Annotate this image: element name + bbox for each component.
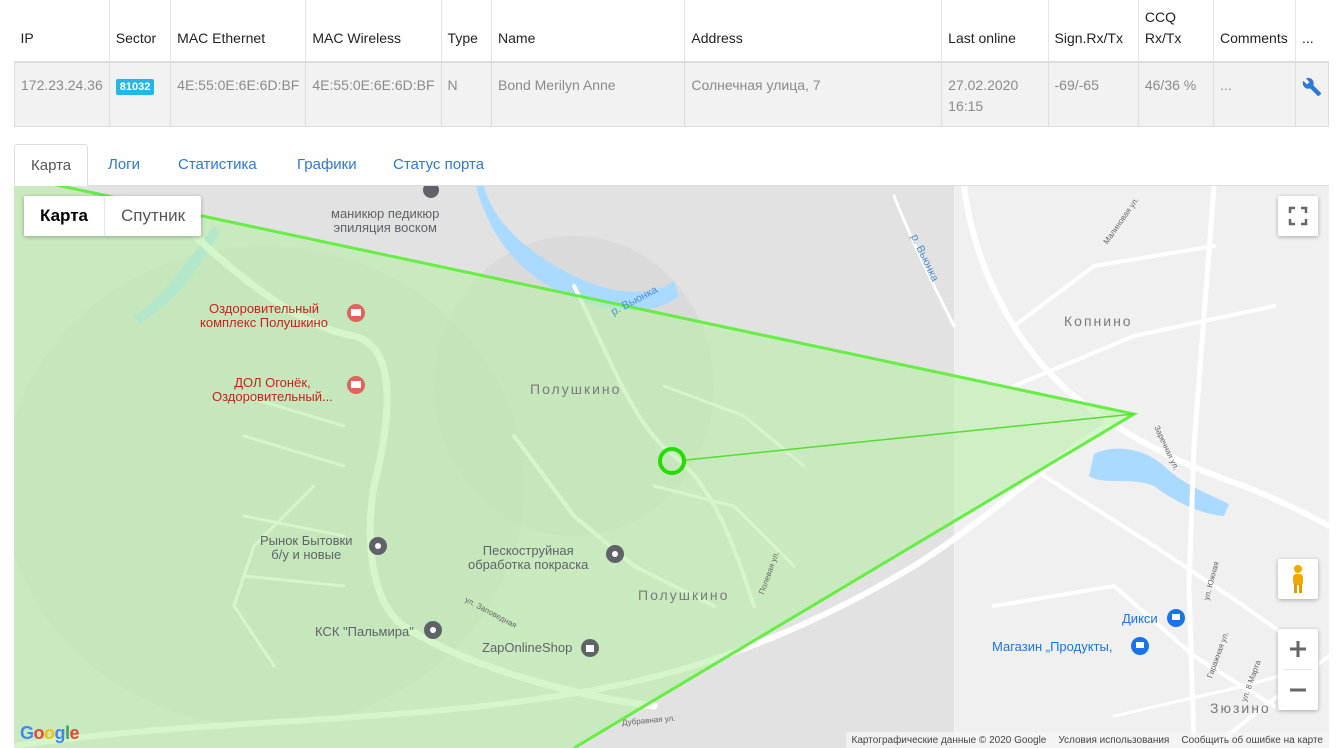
zoom-out-icon bbox=[1290, 688, 1306, 692]
cell-mac-wireless: 4E:55:0E:6E:6D:BF bbox=[305, 62, 442, 127]
hotel-icon bbox=[347, 304, 365, 322]
zoom-in-icon bbox=[1290, 641, 1306, 657]
place-zaponline[interactable]: ZapOnlineShop bbox=[482, 641, 572, 655]
cell-name: Bond Merilyn Anne bbox=[491, 62, 685, 127]
fullscreen-icon bbox=[1288, 206, 1308, 226]
cell-sector: 81032 bbox=[108, 62, 171, 127]
sector-badge[interactable]: 81032 bbox=[115, 79, 155, 95]
place-ksk[interactable]: КСК "Пальмира" bbox=[315, 625, 414, 639]
map-canvas[interactable]: маникюр педикюр эпиляция воском Оздорови… bbox=[14, 186, 1329, 748]
map-attribution: Картографические данные © 2020 Google Ус… bbox=[845, 732, 1329, 748]
tab-graphs[interactable]: Графики bbox=[281, 144, 373, 186]
cell-type: N bbox=[440, 62, 492, 127]
header-ip[interactable]: IP bbox=[14, 0, 110, 63]
map-type-map-button[interactable]: Карта bbox=[24, 196, 105, 236]
town-poluskino-south: Полушкино bbox=[638, 587, 730, 603]
zoom-out-button[interactable] bbox=[1278, 670, 1318, 710]
town-poluskino-north: Полушкино bbox=[530, 381, 622, 397]
client-info-table: IP Sector MAC Ethernet MAC Wireless Type… bbox=[14, 0, 1330, 127]
cell-ccq: 46/36 % bbox=[1137, 62, 1214, 127]
google-logo[interactable]: Google bbox=[20, 723, 80, 744]
cell-mac-ethernet: 4E:55:0E:6E:6D:BF bbox=[170, 62, 306, 127]
place-camp[interactable]: ДОЛ Огонёк, Оздоровительный... bbox=[212, 376, 333, 404]
place-sandblast[interactable]: Пескоструйная обработка покраска bbox=[468, 544, 588, 572]
header-mac-ethernet[interactable]: MAC Ethernet bbox=[170, 0, 306, 63]
tab-bar: Карта Логи Статистика Графики Статус пор… bbox=[14, 144, 1329, 187]
header-comments[interactable]: Comments bbox=[1213, 0, 1296, 63]
zoom-control bbox=[1278, 629, 1318, 710]
cell-signal: -69/-65 bbox=[1047, 62, 1139, 127]
header-mac-wireless[interactable]: MAC Wireless bbox=[305, 0, 442, 63]
tab-port-status[interactable]: Статус порта bbox=[377, 144, 500, 186]
cell-ip: 172.23.24.36 bbox=[14, 62, 110, 127]
header-more: ... bbox=[1294, 0, 1329, 63]
attribution-report-link[interactable]: Сообщить об ошибке на карте bbox=[1175, 735, 1329, 746]
map-type-control: Карта Спутник bbox=[24, 196, 202, 236]
place-manicure[interactable]: маникюр педикюр эпиляция воском bbox=[331, 207, 439, 235]
tab-map[interactable]: Карта bbox=[14, 144, 89, 187]
town-kopnino: Копнино bbox=[1064, 313, 1133, 329]
header-sector[interactable]: Sector bbox=[108, 0, 171, 63]
place-market[interactable]: Рынок Бытовки б/у и новые bbox=[260, 534, 353, 562]
table-row: 172.23.24.36 81032 4E:55:0E:6E:6D:BF 4E:… bbox=[14, 62, 1330, 127]
tab-statistics[interactable]: Статистика bbox=[162, 144, 273, 186]
map-type-satellite-button[interactable]: Спутник bbox=[105, 196, 201, 236]
map-layer bbox=[14, 186, 1329, 748]
header-ccq[interactable]: CCQ Rx/Tx bbox=[1137, 0, 1214, 63]
fullscreen-button[interactable] bbox=[1278, 196, 1318, 236]
town-zyuzino: Зюзино bbox=[1210, 700, 1271, 716]
zoom-in-button[interactable] bbox=[1278, 629, 1318, 669]
wrench-icon[interactable] bbox=[1302, 77, 1322, 103]
place-produkty[interactable]: Магазин „Продукты, bbox=[992, 640, 1112, 654]
header-last-online[interactable]: Last online bbox=[941, 0, 1048, 63]
attribution-data: Картографические данные © 2020 Google bbox=[851, 734, 1047, 746]
table-header-row: IP Sector MAC Ethernet MAC Wireless Type… bbox=[14, 0, 1329, 63]
place-diksi[interactable]: Дикси bbox=[1122, 612, 1158, 626]
tab-logs[interactable]: Логи bbox=[92, 144, 156, 186]
cell-address: Солнечная улица, 7 bbox=[684, 62, 942, 127]
header-address[interactable]: Address bbox=[684, 0, 942, 63]
cell-last-online: 27.02.2020 16:15 bbox=[941, 62, 1048, 127]
cell-comments: ... bbox=[1213, 62, 1296, 127]
pegman-icon bbox=[1293, 565, 1303, 593]
header-name[interactable]: Name bbox=[491, 0, 685, 63]
place-health-complex[interactable]: Оздоровительный комплекс Полушкино bbox=[200, 302, 328, 330]
header-signal[interactable]: Sign.Rx/Tx bbox=[1047, 0, 1139, 63]
header-type[interactable]: Type bbox=[440, 0, 492, 63]
attribution-terms-link[interactable]: Условия использования bbox=[1052, 735, 1175, 746]
street-view-button[interactable] bbox=[1278, 559, 1318, 599]
cell-action bbox=[1294, 62, 1330, 127]
bag-icon bbox=[581, 639, 599, 657]
